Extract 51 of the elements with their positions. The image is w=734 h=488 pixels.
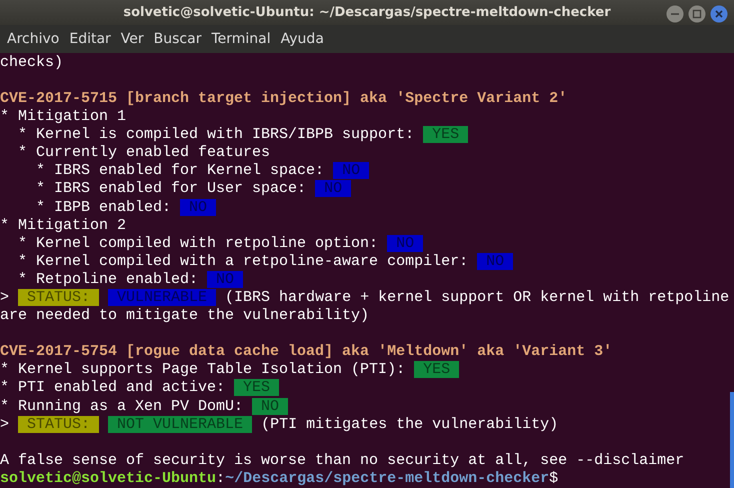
menu-item[interactable]: Ver — [116, 31, 149, 48]
section-heading: CVE-2017-5754 [rogue data cache load] aka 'Meltdown' aka 'Variant 3' — [0, 343, 612, 360]
window-title: solvetic@solvetic-Ubuntu: ~/Descargas/spectre-meltdown-checker — [123, 5, 611, 20]
menu-item[interactable]: Terminal — [206, 31, 276, 48]
status-badge: NO — [252, 398, 288, 415]
status-badge: NO — [477, 252, 514, 270]
terminal-text: * IBRS enabled for Kernel space: — [35, 162, 326, 180]
section-heading: CVE-2017-5715 [branch target injection] aka 'Spectre Variant 2' — [0, 90, 568, 107]
maximize-icon[interactable] — [688, 5, 706, 23]
terminal-text: * Mitigation 2 — [0, 216, 126, 234]
terminal-text: * Currently enabled features — [17, 144, 270, 162]
terminal-text: > — [0, 416, 10, 433]
prompt-path: ~/Descargas/spectre-meltdown-checker — [225, 470, 550, 487]
minimize-icon[interactable] — [666, 5, 684, 23]
terminal-text: * Mitigation 1 — [0, 108, 126, 126]
status-badge: STATUS: — [18, 416, 100, 433]
terminal-text: * PTI enabled and active: — [0, 379, 226, 396]
terminal-text: : — [216, 470, 226, 487]
menu-item[interactable]: Editar — [64, 31, 116, 48]
terminal-text: * Kernel is compiled with IBRS/IBPB support: — [17, 126, 416, 144]
status-badge: NO — [333, 162, 370, 180]
terminal-text: * Kernel compiled with retpoline option: — [17, 234, 380, 252]
status-badge: NO — [180, 198, 216, 216]
menu-item[interactable]: Archivo — [2, 31, 64, 48]
terminal-text: * Kernel supports Page Table Isolation (PTI): — [0, 361, 406, 378]
scrollbar[interactable] — [730, 392, 734, 488]
terminal-text: A false sense of security is worse than no security at all, see --disclaimer — [0, 452, 684, 469]
terminal-text: $ — [549, 470, 558, 487]
terminal-text: * Running as a Xen PV DomU: — [0, 398, 244, 415]
status-badge: NO — [207, 270, 244, 288]
terminal-text: * Kernel compiled with a retpoline-aware compiler: — [17, 252, 470, 270]
status-badge: STATUS: — [18, 288, 100, 306]
prompt-user: solvetic@solvetic-Ubuntu — [0, 470, 216, 487]
status-badge: YES — [414, 361, 460, 378]
status-badge: YES — [423, 126, 468, 144]
close-icon[interactable] — [710, 5, 728, 23]
terminal-text: * IBRS enabled for User space: — [35, 180, 308, 198]
status-badge: NO — [387, 234, 424, 252]
terminal-text: are needed to mitigate the vulnerability) — [0, 307, 370, 324]
menu-item[interactable]: Buscar — [148, 31, 206, 48]
terminal-text: (IBRS hardware + kernel support OR kernel with retpoline — [224, 288, 730, 306]
terminal-text: * IBPB enabled: — [35, 198, 172, 216]
terminal-text: * Retpoline enabled: — [17, 270, 200, 288]
status-badge: NOT VULNERABLE — [108, 416, 252, 433]
terminal-text: checks) — [0, 54, 64, 71]
status-badge: YES — [234, 379, 280, 396]
terminal-text: (PTI mitigates the vulnerability) — [260, 416, 558, 433]
status-badge: VULNERABLE — [108, 288, 216, 306]
terminal-text: > — [0, 288, 10, 306]
menu-item[interactable]: Ayuda — [276, 31, 329, 48]
status-badge: NO — [315, 180, 352, 198]
